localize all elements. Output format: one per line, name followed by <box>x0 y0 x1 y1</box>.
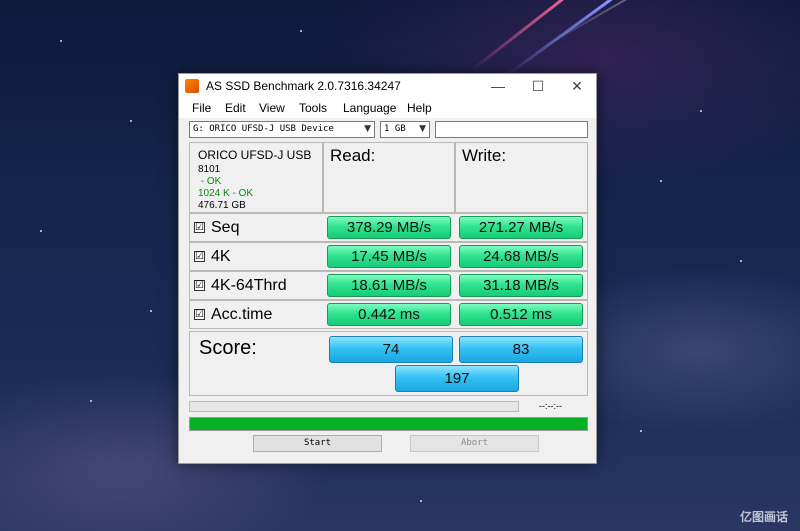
star <box>130 120 132 122</box>
elapsed-time: --:--:-- <box>539 401 562 411</box>
drive-select-value: G: ORICO UFSD-J USB Device <box>193 124 334 134</box>
menu-help[interactable]: Help <box>407 101 432 115</box>
seq-label: Seq <box>211 219 240 236</box>
write-header-panel: Write: <box>455 142 588 213</box>
score-label: Score: <box>199 337 257 359</box>
test-row-seq: ☑ Seq 378.29 MB/s 271.27 MB/s <box>189 213 588 242</box>
abort-button[interactable]: Abort <box>410 435 539 452</box>
4k-64thrd-write-result: 31.18 MB/s <box>459 274 583 297</box>
4k-checkbox[interactable]: ☑ <box>194 251 205 262</box>
write-header: Write: <box>462 146 507 165</box>
desktop-wallpaper: 亿图画话 AS SSD Benchmark 2.0.7316.34247 — ☐… <box>0 0 800 531</box>
read-header: Read: <box>330 146 376 165</box>
star <box>660 180 662 182</box>
star <box>40 230 42 232</box>
seq-checkbox[interactable]: ☑ <box>194 222 205 233</box>
star <box>60 40 62 42</box>
star <box>150 310 152 312</box>
score-write: 83 <box>459 336 583 363</box>
score-panel: Score: 74 83 197 <box>189 331 588 396</box>
size-select[interactable]: 1 GB ▼ <box>380 121 430 138</box>
seq-write-result: 271.27 MB/s <box>459 216 583 239</box>
read-header-panel: Read: <box>323 142 455 213</box>
4k-64thrd-label: 4K-64Thrd <box>211 277 287 294</box>
drive-info-panel: ORICO UFSD-J USB 8101 - OK 1024 K - OK 4… <box>189 142 323 213</box>
star <box>300 30 302 32</box>
4k-label: 4K <box>211 248 231 265</box>
minimize-button[interactable]: — <box>479 74 517 98</box>
drive-firmware: 8101 <box>198 164 221 175</box>
close-button[interactable]: ✕ <box>558 74 596 98</box>
menu-bar: File Edit View Tools Language Help <box>179 98 596 118</box>
acc-time-checkbox[interactable]: ☑ <box>194 309 205 320</box>
start-button[interactable]: Start <box>253 435 382 452</box>
maximize-button[interactable]: ☐ <box>519 74 557 98</box>
score-read: 74 <box>329 336 453 363</box>
4k-64thrd-checkbox[interactable]: ☑ <box>194 280 205 291</box>
title-bar[interactable]: AS SSD Benchmark 2.0.7316.34247 — ☐ ✕ <box>179 74 596 98</box>
star <box>420 500 422 502</box>
window-title: AS SSD Benchmark 2.0.7316.34247 <box>206 79 401 93</box>
4k-write-result: 24.68 MB/s <box>459 245 583 268</box>
score-total: 197 <box>395 365 519 392</box>
drive-capacity: 476.71 GB <box>198 200 246 211</box>
drive-select[interactable]: G: ORICO UFSD-J USB Device ▼ <box>189 121 375 138</box>
as-ssd-window: AS SSD Benchmark 2.0.7316.34247 — ☐ ✕ Fi… <box>178 73 597 464</box>
chevron-down-icon: ▼ <box>419 124 426 134</box>
star <box>90 400 92 402</box>
4k-read-result: 17.45 MB/s <box>327 245 451 268</box>
path-input[interactable] <box>435 121 588 138</box>
total-progress-bar <box>189 417 588 431</box>
drive-name: ORICO UFSD-J USB <box>198 148 312 162</box>
star <box>740 260 742 262</box>
seq-read-result: 378.29 MB/s <box>327 216 451 239</box>
test-row-acc-time: ☑ Acc.time 0.442 ms 0.512 ms <box>189 300 588 329</box>
acc-time-write-result: 0.512 ms <box>459 303 583 326</box>
test-row-4k: ☑ 4K 17.45 MB/s 24.68 MB/s <box>189 242 588 271</box>
menu-language[interactable]: Language <box>343 101 396 115</box>
menu-view[interactable]: View <box>259 101 285 115</box>
size-select-value: 1 GB <box>384 124 406 134</box>
watermark-text: 亿图画话 <box>739 510 788 524</box>
drive-alignment-ok: 1024 K - OK <box>198 188 254 199</box>
acc-time-label: Acc.time <box>211 306 273 323</box>
star <box>640 430 642 432</box>
menu-tools[interactable]: Tools <box>299 101 327 115</box>
4k-64thrd-read-result: 18.61 MB/s <box>327 274 451 297</box>
light-streak <box>539 0 732 50</box>
total-progress-fill <box>190 418 587 430</box>
test-row-4k-64thrd: ☑ 4K-64Thrd 18.61 MB/s 31.18 MB/s <box>189 271 588 300</box>
menu-file[interactable]: File <box>192 101 211 115</box>
drive-status-ok: - OK <box>198 176 222 187</box>
menu-edit[interactable]: Edit <box>225 101 246 115</box>
app-icon <box>185 79 199 93</box>
light-streak <box>469 0 676 73</box>
acc-time-read-result: 0.442 ms <box>327 303 451 326</box>
star <box>700 110 702 112</box>
test-progress-bar <box>189 401 519 412</box>
chevron-down-icon: ▼ <box>364 124 371 134</box>
